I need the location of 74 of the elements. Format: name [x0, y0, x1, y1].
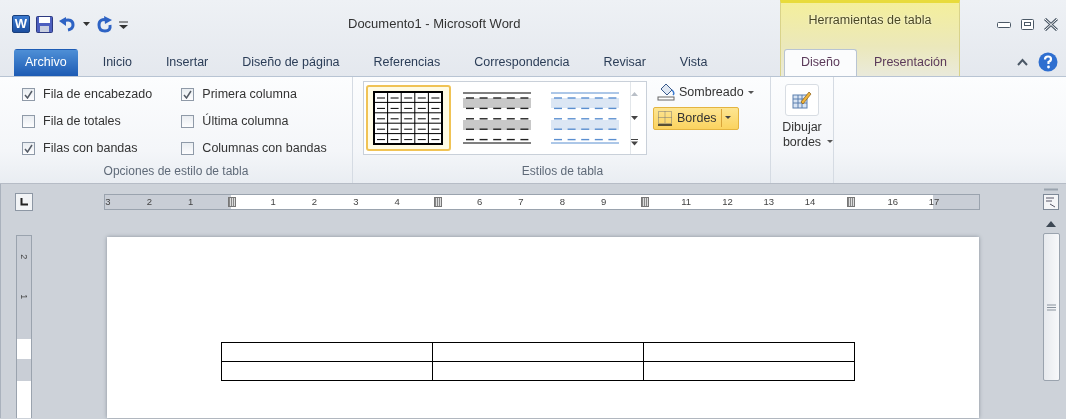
ruler-number: 1 — [18, 293, 31, 299]
collapse-ribbon-icon[interactable] — [1017, 58, 1028, 66]
checkbox-label: Fila de encabezado — [43, 86, 153, 104]
column-marker[interactable] — [434, 197, 443, 207]
tab-selector-button[interactable] — [14, 193, 33, 211]
ruler-number: 3 — [105, 195, 111, 209]
checkbox-label: Última columna — [202, 112, 289, 131]
paint-bucket-icon — [657, 83, 675, 102]
checkbox[interactable] — [22, 142, 35, 155]
checkbox[interactable] — [181, 142, 195, 155]
checkbox[interactable] — [22, 88, 35, 101]
ruler-number: 8 — [559, 195, 565, 209]
checkbox-label: Primera columna — [202, 86, 297, 104]
minimize-icon[interactable] — [997, 20, 1011, 28]
indent-marker[interactable] — [227, 197, 236, 207]
ruler-number: 11 — [681, 195, 692, 209]
ribbon-tab[interactable]: Correspondencia — [457, 49, 587, 76]
scroll-up-icon[interactable] — [1046, 221, 1056, 227]
tab-stop-icon — [19, 198, 28, 206]
group-label: Opciones de estilo de tabla — [102, 163, 250, 180]
dropdown-caret-icon[interactable] — [83, 22, 90, 26]
checkbox-label: Filas con bandas — [43, 140, 138, 158]
ruler-number: 1 — [187, 195, 194, 209]
checkbox-label: Fila de totales — [43, 113, 121, 131]
ribbon-tab[interactable]: Diseño de página — [225, 49, 357, 76]
view-ruler-icon[interactable] — [1042, 188, 1060, 212]
ruler-number: 1 — [270, 195, 276, 209]
group-label: Estilos de tabla — [520, 163, 605, 180]
ribbon-tab[interactable]: Revisar — [586, 49, 663, 76]
ruler-number: 6 — [477, 195, 483, 209]
ribbon-tab[interactable]: Referencias — [356, 49, 458, 76]
ruler-number: 13 — [763, 195, 775, 209]
checkbox[interactable] — [181, 115, 195, 128]
ruler-number: 4 — [394, 195, 400, 209]
ruler-number: 2 — [311, 195, 318, 209]
scrollbar-thumb[interactable] — [1042, 233, 1060, 381]
ribbon-tab[interactable]: Presentación — [856, 49, 964, 76]
file-tab[interactable]: Archivo — [14, 49, 78, 76]
ruler-number: 2 — [18, 254, 31, 260]
customize-toolbar-icon[interactable] — [119, 18, 128, 30]
ruler-number: 14 — [804, 195, 816, 209]
borders-icon — [657, 110, 673, 127]
draw-borders-button[interactable]: Dibujar bordes — [772, 81, 832, 157]
ribbon-tab[interactable]: Insertar — [148, 49, 226, 76]
window-title: Documento1 - Microsoft Word — [348, 15, 521, 34]
ruler-number: 2 — [146, 195, 152, 209]
checkbox-label: Columnas con bandas — [202, 140, 327, 158]
help-icon[interactable] — [1038, 52, 1058, 72]
ruler-number: 12 — [722, 195, 733, 209]
ruler-number: 7 — [518, 195, 524, 209]
ribbon-tab[interactable]: Diseño — [784, 49, 857, 76]
maximize-icon[interactable] — [1021, 18, 1034, 30]
table-style-thumbnail[interactable] — [366, 85, 451, 151]
redo-icon[interactable] — [96, 15, 113, 33]
ruler-number: 9 — [600, 195, 607, 209]
ruler-number: 16 — [887, 195, 898, 209]
pencil-table-icon — [785, 84, 819, 116]
dropdown-caret-icon — [747, 90, 754, 94]
checkbox[interactable] — [22, 115, 35, 128]
contextual-tab-header: Herramientas de tabla — [807, 12, 933, 30]
close-icon[interactable] — [1044, 17, 1058, 31]
undo-icon[interactable] — [59, 16, 77, 32]
dropdown-caret-icon — [827, 140, 833, 143]
ruler-number: 3 — [353, 195, 359, 209]
column-marker[interactable] — [847, 197, 856, 207]
shading-button[interactable]: Sombreado — [653, 81, 758, 104]
ruler-number: 17 — [928, 195, 940, 209]
borders-button[interactable]: Bordes — [653, 106, 739, 130]
column-marker[interactable] — [640, 197, 649, 207]
checkbox[interactable] — [181, 88, 195, 101]
app-logo[interactable]: W — [12, 15, 30, 33]
ribbon-tab[interactable]: Vista — [662, 49, 725, 76]
save-icon[interactable] — [36, 15, 53, 33]
ribbon-tab[interactable]: Inicio — [85, 49, 149, 76]
